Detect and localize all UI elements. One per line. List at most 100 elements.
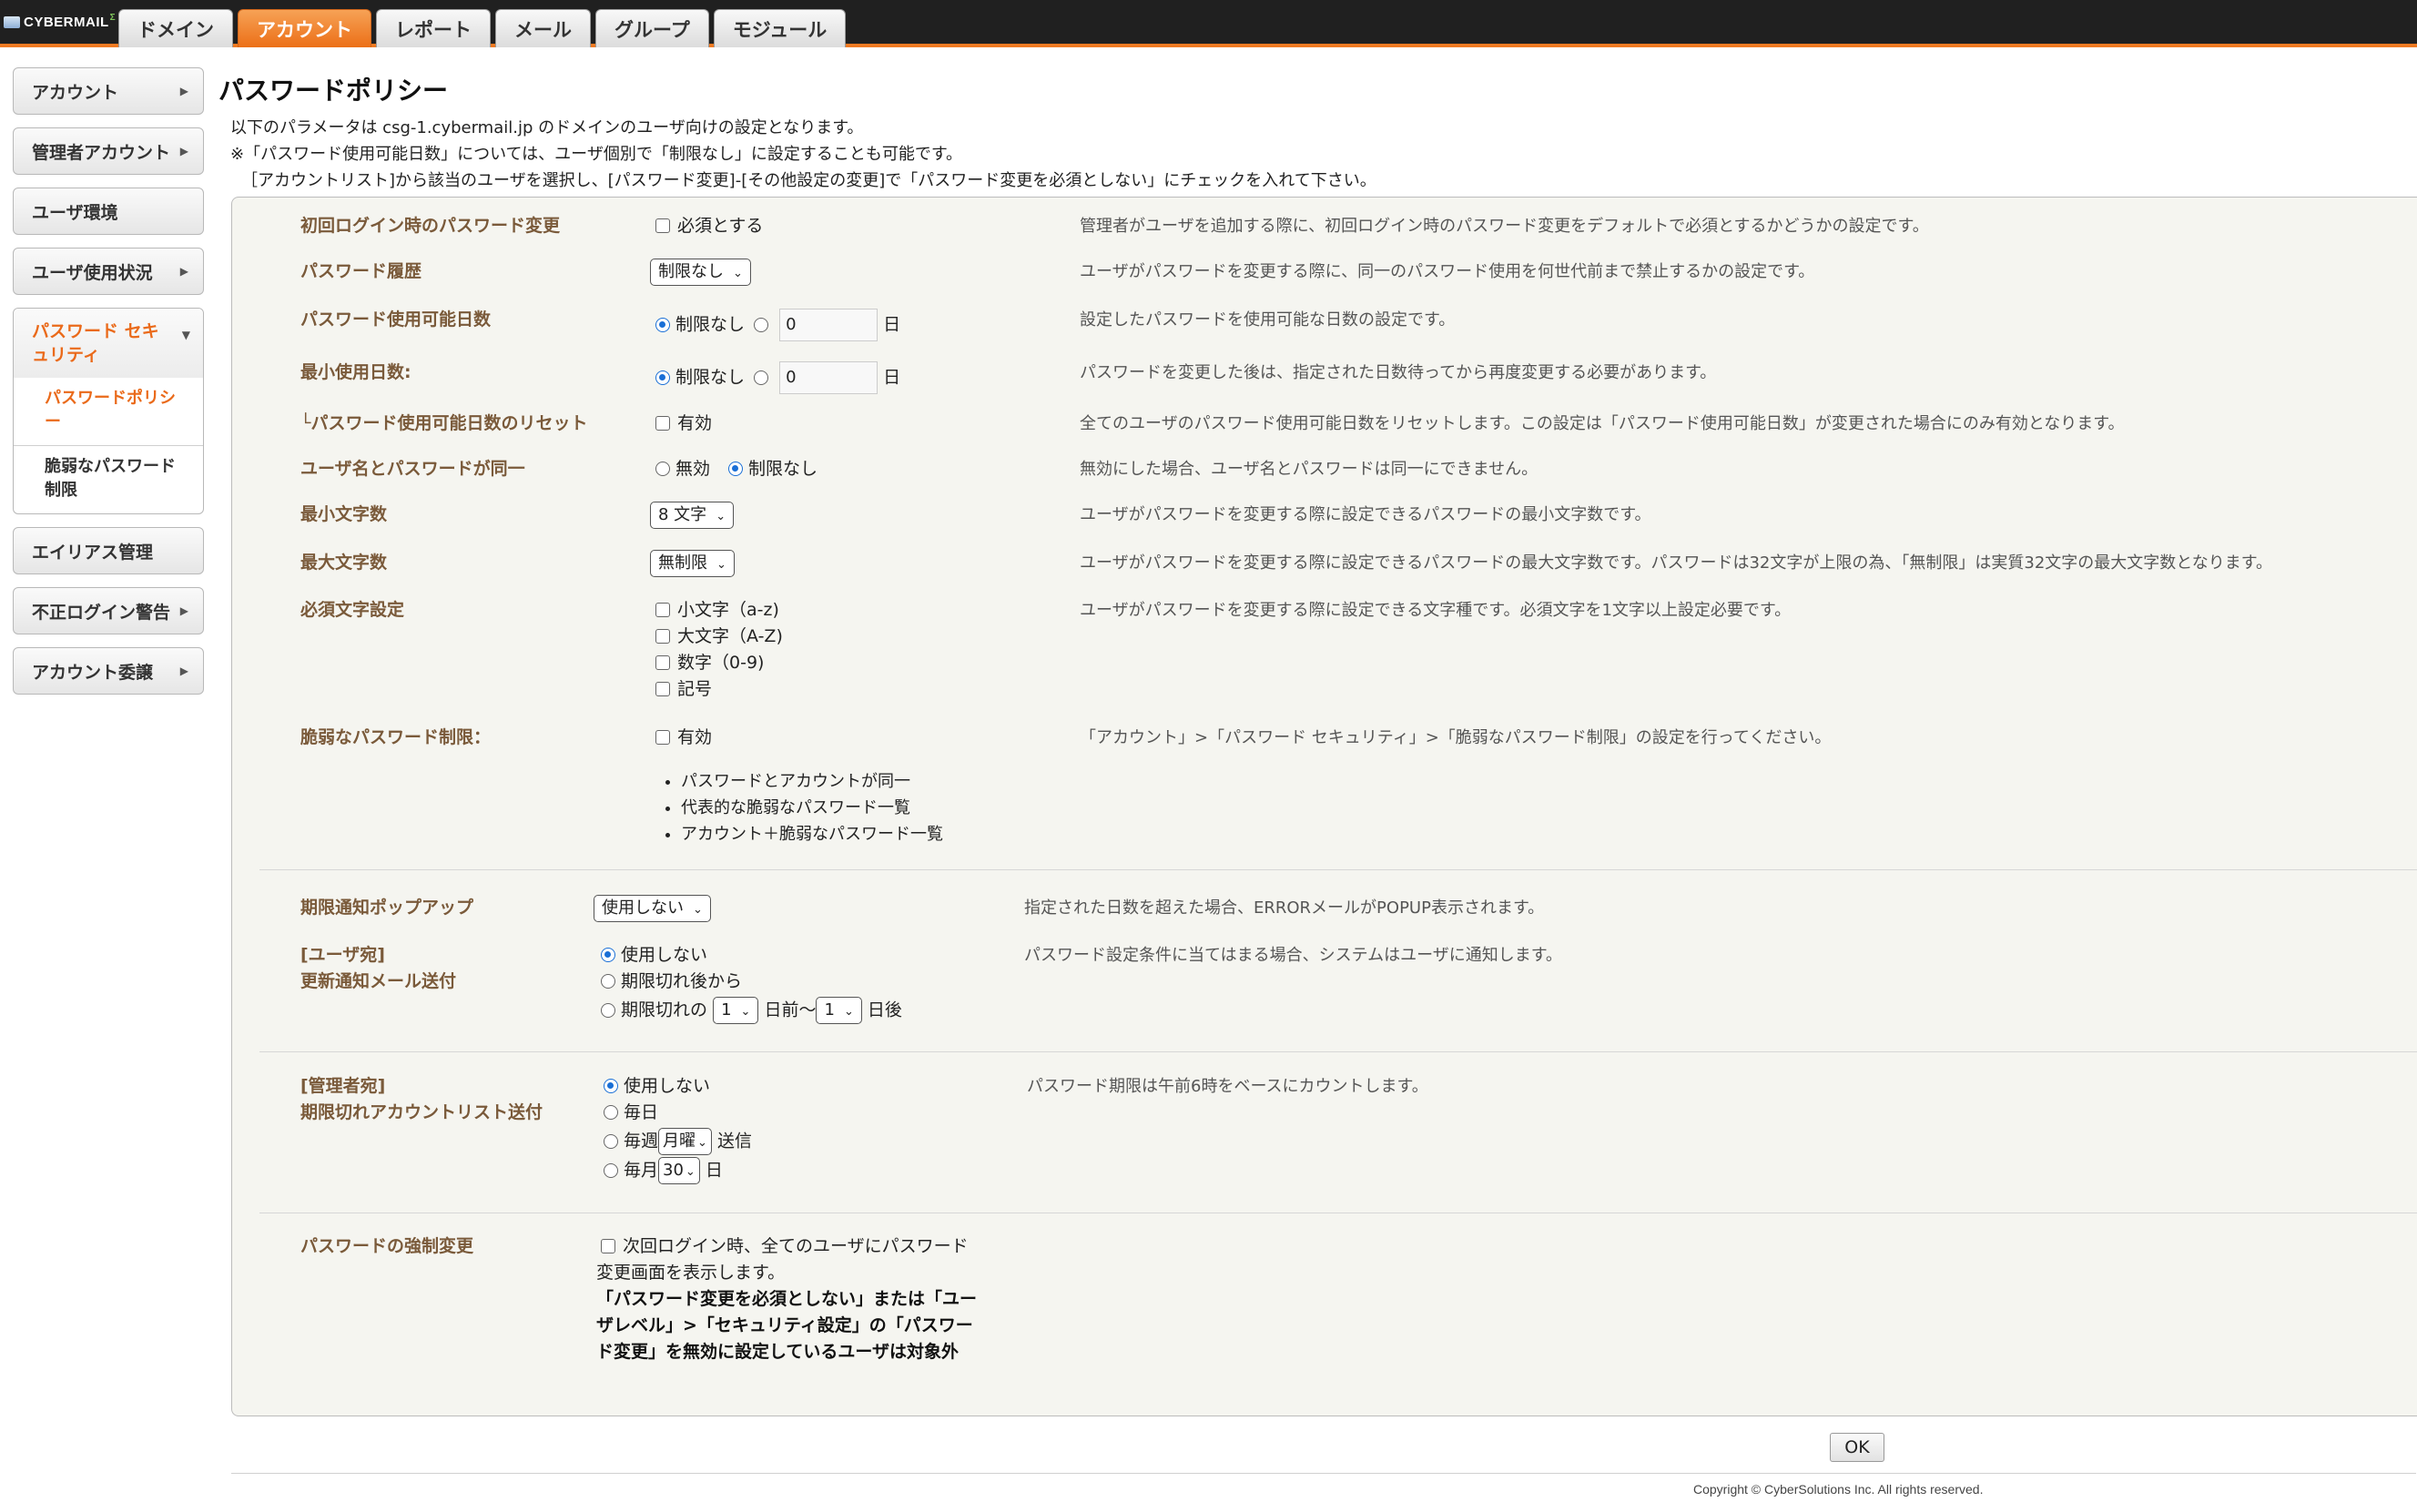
logo-text: CYBERMAIL xyxy=(24,14,109,30)
caret-right-icon: ▶ xyxy=(179,145,188,157)
admin-mail-opt-monthly: 毎月 30 ⌄ 日 xyxy=(604,1157,752,1184)
chevron-down-icon: ⌄ xyxy=(697,1136,707,1150)
weekday-select[interactable]: 月曜 ⌄ xyxy=(658,1128,712,1155)
caret-right-icon: ▶ xyxy=(179,265,188,278)
sidebar-item-password-security[interactable]: パスワード セキュリティ ▼ xyxy=(14,309,203,378)
symbol-checkbox[interactable] xyxy=(655,682,670,696)
user-mail-none-radio[interactable] xyxy=(601,948,615,962)
popup-select[interactable]: 使用しない ⌄ xyxy=(594,895,711,922)
sidebar-sub-weak-password[interactable]: 脆弱なパスワード制限 xyxy=(14,446,203,513)
history-control: 制限なし ⌄ xyxy=(650,259,751,286)
label-line: 更新通知メール送付 xyxy=(300,971,457,991)
reset-checkbox[interactable] xyxy=(655,416,670,431)
min-days-value-radio[interactable] xyxy=(754,370,769,385)
upper-checkbox[interactable] xyxy=(655,629,670,644)
ok-button[interactable]: OK xyxy=(1830,1433,1884,1462)
admin-mail-opt-none: 使用しない xyxy=(604,1073,752,1100)
chevron-down-icon: ⌄ xyxy=(685,1165,696,1179)
sidebar-item-user-env[interactable]: ユーザ環境 xyxy=(13,188,204,235)
lower-checkbox[interactable] xyxy=(655,603,670,617)
first-login-desc: 管理者がユーザを追加する際に、初回ログイン時のパスワード変更をデフォルトで必須と… xyxy=(1080,217,1929,236)
caret-right-icon: ▶ xyxy=(179,604,188,617)
range-post: 日後 xyxy=(867,1000,902,1020)
sidebar-item-label: 管理者アカウント xyxy=(32,142,171,163)
weak-checkbox[interactable] xyxy=(655,730,670,745)
max-days-value-radio[interactable] xyxy=(754,317,769,332)
min-days-none-radio[interactable] xyxy=(655,370,670,385)
history-select[interactable]: 制限なし ⌄ xyxy=(650,259,751,286)
popup-label: 期限通知ポップアップ xyxy=(300,898,474,918)
max-days-none-label: 制限なし xyxy=(675,314,746,335)
list-item: 代表的な脆弱なパスワード一覧 xyxy=(681,795,943,821)
intro-text: 以下のパラメータは csg-1.cybermail.jp のドメインのユーザ向け… xyxy=(230,115,1376,194)
app-logo: CYBERMAIL Σ xyxy=(4,13,116,31)
chevron-down-icon: ⌄ xyxy=(716,510,726,523)
user-mail-range-radio[interactable] xyxy=(601,1002,615,1018)
option-label: 毎日 xyxy=(624,1102,659,1122)
same-name-desc: 無効にした場合、ユーザ名とパスワードは同一にできません。 xyxy=(1080,460,1539,479)
sidebar-item-illegal-login[interactable]: 不正ログイン警告 ▶ xyxy=(13,587,204,634)
user-mail-after-radio[interactable] xyxy=(601,974,615,989)
min-len-desc: ユーザがパスワードを変更する際に設定できるパスワードの最小文字数です。 xyxy=(1080,505,1651,524)
max-len-desc: ユーザがパスワードを変更する際に設定できるパスワードの最大文字数です。パスワード… xyxy=(1080,553,2272,573)
same-name-disable-label: 無効 xyxy=(675,459,711,479)
weak-desc: 「アカウント」>「パスワード セキュリティ」>「脆弱なパスワード制限」の設定を行… xyxy=(1080,728,1832,747)
admin-mail-weekly-radio[interactable] xyxy=(604,1133,618,1149)
label-line: [管理者宛] xyxy=(300,1076,386,1096)
admin-mail-monthly-radio[interactable] xyxy=(604,1162,618,1178)
option-label: 大文字（A-Z) xyxy=(677,626,783,646)
range-mid: 日前〜 xyxy=(764,1000,817,1020)
tab-domain[interactable]: ドメイン xyxy=(118,9,233,47)
min-days-unit: 日 xyxy=(883,367,901,388)
sidebar-item-label: エイリアス管理 xyxy=(32,542,154,563)
first-login-checkbox[interactable] xyxy=(655,218,670,233)
history-label: パスワード履歴 xyxy=(300,261,422,281)
divider xyxy=(259,1051,2417,1052)
mail-icon xyxy=(4,15,20,28)
sidebar-item-user-usage[interactable]: ユーザ使用状況 ▶ xyxy=(13,248,204,295)
force-control: 次回ログイン時、全てのユーザにパスワード変更画面を表示します。 「パスワード変更… xyxy=(596,1233,979,1365)
max-len-label: 最大文字数 xyxy=(300,553,388,573)
same-name-nolimit-radio[interactable] xyxy=(728,462,744,476)
option-label: 記号 xyxy=(677,679,713,699)
admin-mail-none-radio[interactable] xyxy=(604,1079,618,1093)
admin-mail-desc: パスワード期限は午前6時をベースにカウントします。 xyxy=(1027,1077,1428,1096)
weak-bullet-list: パスワードとアカウントが同一 代表的な脆弱なパスワード一覧 アカウント＋脆弱なパ… xyxy=(655,768,943,847)
same-name-nolimit-label: 制限なし xyxy=(748,459,818,479)
min-len-select[interactable]: 8 文字 ⌄ xyxy=(650,502,735,529)
tab-module[interactable]: モジュール xyxy=(713,9,847,47)
option-label: 毎週 xyxy=(624,1131,659,1152)
reset-label: └パスワード使用可能日数のリセット xyxy=(300,413,588,433)
sidebar-item-account[interactable]: アカウント ▶ xyxy=(13,67,204,115)
max-len-select[interactable]: 無制限 ⌄ xyxy=(650,550,735,577)
tab-account[interactable]: アカウント xyxy=(238,9,371,47)
caret-right-icon: ▶ xyxy=(179,665,188,677)
min-days-input[interactable]: 0 xyxy=(779,361,878,394)
first-login-option: 必須とする xyxy=(677,216,764,236)
tab-report[interactable]: レポート xyxy=(376,9,491,47)
tab-group[interactable]: グループ xyxy=(595,9,709,47)
sidebar-item-delegation[interactable]: アカウント委譲 ▶ xyxy=(13,647,204,695)
max-days-input[interactable]: 0 xyxy=(779,309,878,341)
user-mail-before-select[interactable]: 1 ⌄ xyxy=(713,997,759,1024)
user-mail-opt-none: 使用しない xyxy=(601,942,902,969)
max-days-label: パスワード使用可能日数 xyxy=(300,310,492,330)
admin-mail-daily-radio[interactable] xyxy=(604,1105,618,1120)
force-checkbox[interactable] xyxy=(601,1239,615,1253)
sidebar-item-label: アカウント委譲 xyxy=(32,662,154,683)
main-tabs: ドメイン アカウント レポート メール グループ モジュール xyxy=(118,9,847,47)
day-select[interactable]: 30 ⌄ xyxy=(658,1157,700,1184)
copyright: Copyright © CyberSolutions Inc. All righ… xyxy=(1693,1482,1984,1497)
max-days-none-radio[interactable] xyxy=(655,317,670,332)
sidebar-item-alias[interactable]: エイリアス管理 xyxy=(13,527,204,574)
sidebar-item-admin-account[interactable]: 管理者アカウント ▶ xyxy=(13,127,204,175)
tab-mail[interactable]: メール xyxy=(495,9,591,47)
user-mail-after-select[interactable]: 1 ⌄ xyxy=(816,997,862,1024)
option-label: 期限切れ後から xyxy=(621,971,743,991)
reset-desc: 全てのユーザのパスワード使用可能日数をリセットします。この設定は「パスワード使用… xyxy=(1080,414,2125,433)
digit-checkbox[interactable] xyxy=(655,655,670,670)
sidebar-sub-password-policy[interactable]: パスワードポリシー xyxy=(14,378,203,446)
sidebar: アカウント ▶ 管理者アカウント ▶ ユーザ環境 ユーザ使用状況 ▶ パスワード セキ… xyxy=(13,67,204,707)
same-name-disable-radio[interactable] xyxy=(655,462,670,476)
same-name-label: ユーザ名とパスワードが同一 xyxy=(300,459,525,479)
